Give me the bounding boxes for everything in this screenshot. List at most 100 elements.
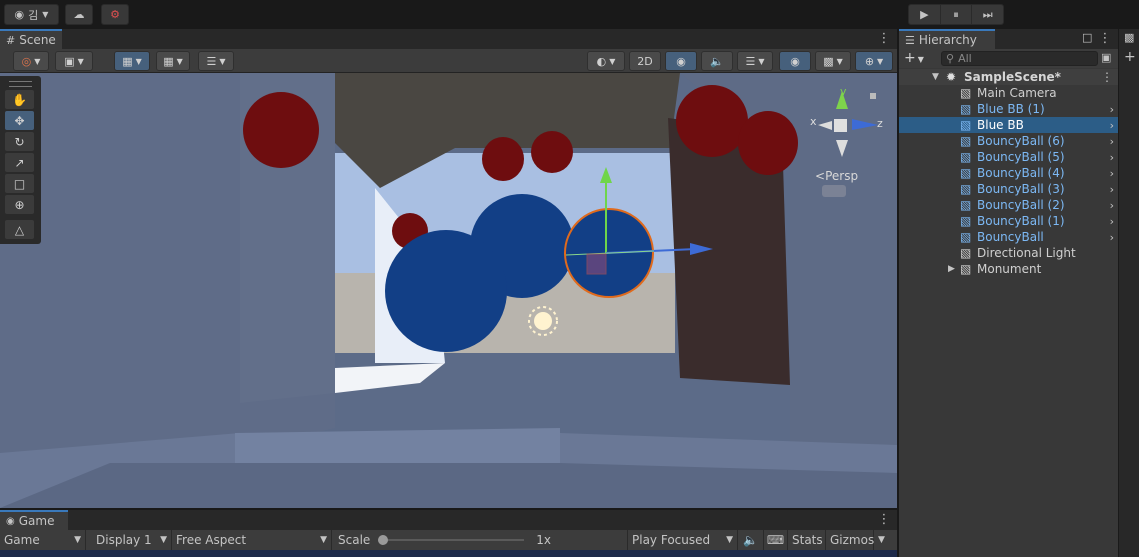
transform-tool-button[interactable]: ⊕ xyxy=(5,195,34,214)
hierarchy-item[interactable]: ▶ ▧ Monument xyxy=(899,261,1118,277)
tab-scene[interactable]: # Scene xyxy=(0,29,62,49)
gizmos-toggle[interactable]: Gizmos xyxy=(826,530,874,550)
hierarchy-item[interactable]: ▧ BouncyBall (1) › xyxy=(899,213,1118,229)
filter-icon[interactable]: ▣ xyxy=(1101,51,1111,64)
move-tool-button[interactable]: ✥ xyxy=(5,111,34,130)
chevron-down-icon: ▼ xyxy=(42,10,49,19)
snap-increment-dropdown[interactable]: ▦ ▼ xyxy=(156,51,190,71)
cloud-button[interactable]: ☁ xyxy=(65,4,93,25)
hierarchy-item[interactable]: ▧ Directional Light xyxy=(899,245,1118,261)
gameobject-cube-icon: ▧ xyxy=(960,262,972,276)
hidden-eye-icon: ◉ xyxy=(790,54,800,68)
hierarchy-item-label: BouncyBall (4) xyxy=(977,166,1065,180)
hierarchy-item[interactable]: ▧ BouncyBall (5) › xyxy=(899,149,1118,165)
chevron-right-icon[interactable]: › xyxy=(1110,183,1114,196)
collapsed-panel-strip: ▩ + xyxy=(1118,29,1139,557)
chevron-right-icon[interactable]: › xyxy=(1110,231,1114,244)
rect-tool-button[interactable]: □ xyxy=(5,174,34,193)
add-icon[interactable]: + xyxy=(1124,49,1136,65)
pause-button[interactable]: ⏸ xyxy=(941,5,973,24)
draw-mode-dropdown[interactable]: ◎ ▼ xyxy=(13,51,49,71)
scale-slider[interactable] xyxy=(378,535,525,545)
chevron-right-icon[interactable]: › xyxy=(1110,167,1114,180)
hierarchy-item[interactable]: ▧ BouncyBall (3) › xyxy=(899,181,1118,197)
stats-label: Stats xyxy=(792,533,823,547)
grid-snapping-toggle[interactable]: ▦ ▼ xyxy=(114,51,150,71)
hierarchy-item[interactable]: ▧ Blue BB (1) › xyxy=(899,101,1118,117)
render-mode-dropdown[interactable]: ▣ ▼ xyxy=(55,51,93,71)
scale-value: 1x xyxy=(536,533,552,547)
hierarchy-item-label: BouncyBall (2) xyxy=(977,198,1065,212)
lighting-toggle[interactable]: ◉ xyxy=(665,51,697,71)
scene-menu-kebab-icon[interactable]: ⋮ xyxy=(1101,70,1113,84)
camera-settings-dropdown[interactable]: ▩ ▼ xyxy=(815,51,851,71)
scene-root-row[interactable]: ▼ ✹ SampleScene* ⋮ xyxy=(899,69,1118,85)
tab-game[interactable]: ◉ Game xyxy=(0,510,68,530)
step-button[interactable]: ⏭ xyxy=(972,5,1003,24)
hierarchy-item-label: Blue BB (1) xyxy=(977,102,1045,116)
hierarchy-search-field[interactable]: ⚲ All xyxy=(941,51,1098,66)
hierarchy-item[interactable]: ▧ BouncyBall (6) › xyxy=(899,133,1118,149)
foldout-arrow-icon[interactable]: ▶ xyxy=(948,264,955,274)
chevron-right-icon[interactable]: › xyxy=(1110,215,1114,228)
chevron-down-icon: ▼ xyxy=(176,56,183,66)
cloud-icon: ☁ xyxy=(73,8,85,21)
collab-button[interactable]: ⚙ xyxy=(101,4,129,25)
rotate-tool-button[interactable]: ↻ xyxy=(5,132,34,151)
stats-toggle[interactable]: Stats xyxy=(788,530,826,550)
play-button[interactable]: ▶ xyxy=(909,5,941,24)
scene-viewport[interactable]: y x z <Persp xyxy=(0,73,897,508)
custom-tool-button[interactable]: △ xyxy=(5,220,34,239)
chevron-right-icon[interactable]: › xyxy=(1110,135,1114,148)
display-select[interactable]: Display 1 ▼ xyxy=(86,530,172,550)
chevron-down-icon: ▼ xyxy=(135,56,142,66)
hierarchy-menu-icon[interactable]: ⋮ xyxy=(1098,31,1112,47)
hierarchy-item[interactable]: ▧ BouncyBall › xyxy=(899,229,1118,245)
grid-visibility-dropdown[interactable]: ☰ ▼ xyxy=(198,51,234,71)
cube-icon: ▣ xyxy=(64,54,75,68)
hierarchy-item[interactable]: ▧ BouncyBall (2) › xyxy=(899,197,1118,213)
gizmos-dropdown[interactable]: ⊕ ▼ xyxy=(855,51,893,71)
chevron-down-icon: ▼ xyxy=(160,535,167,545)
scene-render xyxy=(0,73,897,508)
scale-tool-button[interactable]: ↗ xyxy=(5,153,34,172)
palette-drag-handle[interactable] xyxy=(9,81,32,87)
mute-audio-toggle[interactable]: 🔈 xyxy=(738,530,764,550)
prefab-cube-icon: ▧ xyxy=(960,166,972,180)
play-mode-select[interactable]: Play Focused ▼ xyxy=(628,530,738,550)
game-menu-icon[interactable]: ⋮ xyxy=(877,512,891,528)
aspect-select[interactable]: Free Aspect ▼ xyxy=(172,530,332,550)
chevron-right-icon[interactable]: › xyxy=(1110,103,1114,116)
persp-toggle[interactable]: <Persp xyxy=(815,169,858,183)
scene-menu-icon[interactable]: ⋮ xyxy=(877,31,891,47)
game-view[interactable] xyxy=(0,550,897,557)
chevron-right-icon[interactable]: › xyxy=(1110,199,1114,212)
account-dropdown[interactable]: ◉ 김 ▼ xyxy=(4,4,59,25)
lock-icon[interactable]: □ xyxy=(1082,31,1092,44)
scene-visibility-toggle[interactable]: ◉ xyxy=(779,51,811,71)
prefab-cube-icon: ▧ xyxy=(960,230,972,244)
folder-icon[interactable]: ▩ xyxy=(1124,31,1134,44)
chevron-down-icon: ▼ xyxy=(609,56,616,66)
gizmo-axis-x: x xyxy=(810,115,817,128)
hand-tool-button[interactable]: ✋ xyxy=(5,90,34,109)
chevron-right-icon[interactable]: › xyxy=(1110,119,1114,132)
toggle-2d-button[interactable]: 2D xyxy=(629,51,661,71)
tab-hierarchy[interactable]: ☰ Hierarchy xyxy=(899,29,995,49)
tab-game-label: Game xyxy=(18,514,55,528)
create-button[interactable]: + ▼ xyxy=(904,50,924,66)
scene-camera-icon xyxy=(822,185,846,197)
gizmos-dropdown-arrow[interactable]: ▼ xyxy=(874,530,892,550)
scale-slider-thumb[interactable] xyxy=(378,535,389,545)
chevron-right-icon[interactable]: › xyxy=(1110,151,1114,164)
hierarchy-item[interactable]: ▧ Blue BB › xyxy=(899,117,1118,133)
shading-mode-dropdown[interactable]: ◐ ▼ xyxy=(587,51,625,71)
effects-dropdown[interactable]: ☰ ▼ xyxy=(737,51,773,71)
hierarchy-item[interactable]: ▧ BouncyBall (4) › xyxy=(899,165,1118,181)
scale-icon: ↗ xyxy=(14,155,25,170)
audio-toggle[interactable]: 🔈 xyxy=(701,51,733,71)
hierarchy-item[interactable]: ▧ Main Camera xyxy=(899,85,1118,101)
game-view-select[interactable]: Game ▼ xyxy=(0,530,86,550)
keyboard-toggle[interactable]: ⌨ xyxy=(764,530,788,550)
speaker-icon: 🔈 xyxy=(743,533,758,547)
